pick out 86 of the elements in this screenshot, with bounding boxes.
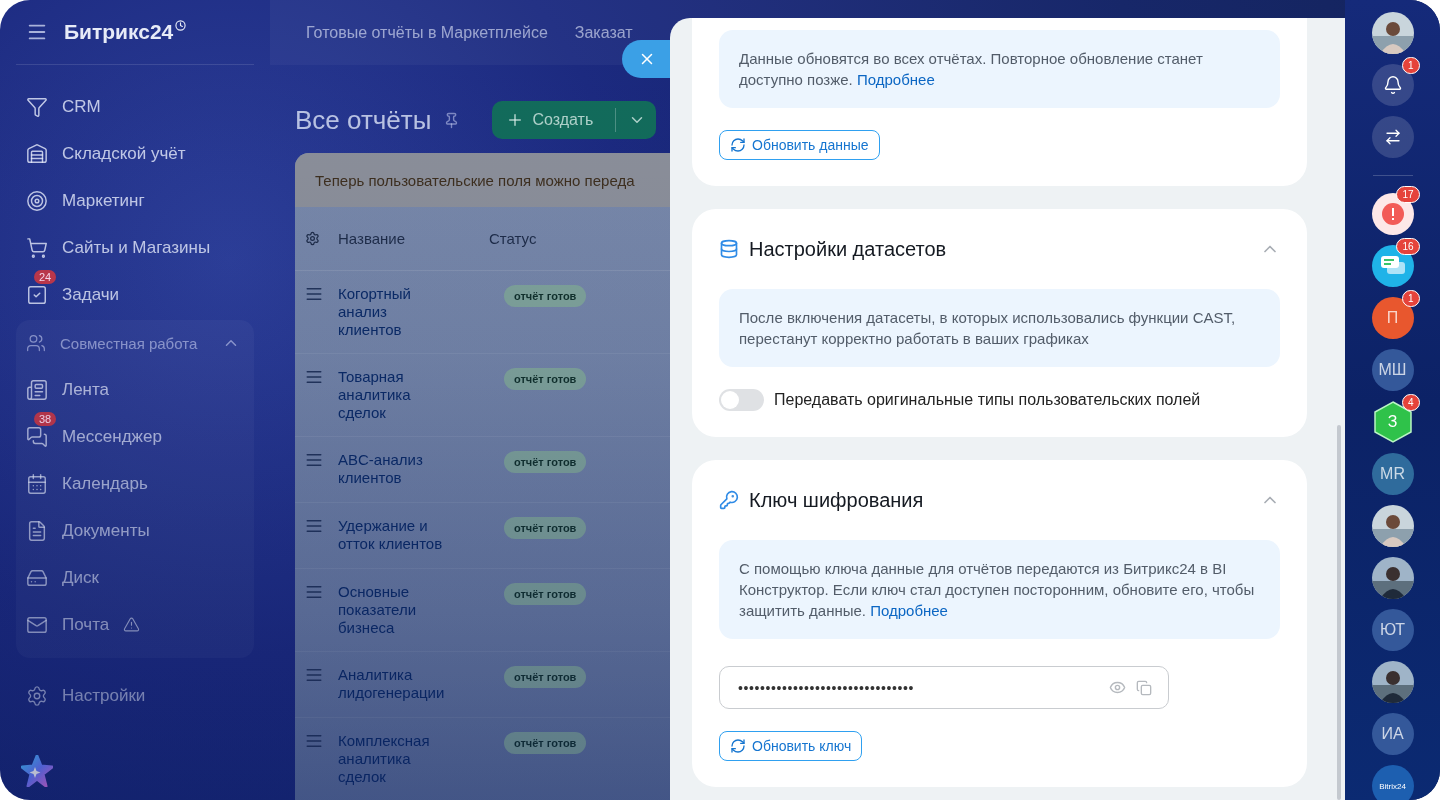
count-badge: 38 xyxy=(34,412,57,426)
initials-avatar[interactable]: МШ xyxy=(1371,349,1414,391)
sidebar-item[interactable]: Настройки xyxy=(16,672,254,719)
report-link[interactable]: Товарная аналитика сделок xyxy=(338,368,454,422)
initials-avatar[interactable]: ЮТ xyxy=(1371,609,1414,651)
key-field[interactable]: •••••••••••••••••••••••••••••••• xyxy=(719,666,1169,709)
column-header[interactable]: Статус xyxy=(489,230,537,247)
newspaper-icon xyxy=(26,378,48,401)
info-text: После включения датасеты, в которых использовались функции CAST, перестанут корректно работать в ваших графиках xyxy=(719,289,1280,367)
avatar-initial[interactable]: З xyxy=(1387,413,1398,431)
drag-handle-icon[interactable] xyxy=(305,285,323,303)
refresh-icon xyxy=(730,738,746,754)
chats-button[interactable] xyxy=(1371,116,1414,158)
count-badge: 1 xyxy=(1401,57,1420,74)
sparkle-star-icon[interactable] xyxy=(21,755,53,787)
report-link[interactable]: Когортный анализ клиентов xyxy=(338,285,454,339)
initials-avatar[interactable]: MR xyxy=(1371,453,1414,495)
more-link[interactable]: Подробнее xyxy=(856,71,935,88)
section-title: Ключ шифрования xyxy=(749,488,925,512)
chat-bubbles-icon xyxy=(1379,255,1406,277)
more-link[interactable]: Подробнее xyxy=(870,602,948,619)
drag-handle-icon[interactable] xyxy=(305,517,323,535)
sidebar-item[interactable]: Сайты и Магазины xyxy=(16,224,254,271)
eye-icon[interactable] xyxy=(1109,679,1126,696)
status-badge: отчёт готов xyxy=(504,368,587,390)
chat-bubbles-icon xyxy=(26,425,48,448)
gear-icon[interactable] xyxy=(305,231,320,246)
sidebar-item[interactable]: Календарь xyxy=(16,460,254,507)
sidebar-item[interactable]: Диск xyxy=(16,554,254,601)
top-link[interactable]: Заказат xyxy=(574,23,633,42)
drag-handle-icon[interactable] xyxy=(305,583,323,601)
count-badge: 17 xyxy=(1396,186,1420,203)
group-header[interactable]: Совместная работа xyxy=(16,320,254,366)
info-text: Данные обновятся во всех отчётах. Повторное обновление станет доступно позже. Подробнее xyxy=(719,30,1280,108)
count-badge: 24 xyxy=(34,270,57,284)
clock-icon xyxy=(175,20,187,31)
exclamation-icon xyxy=(1380,202,1405,226)
status-badge: отчёт готов xyxy=(504,583,587,605)
create-button[interactable]: Создать xyxy=(492,101,657,139)
report-link[interactable]: Удержание и отток клиентов xyxy=(338,517,454,553)
initials-avatar[interactable]: ИА xyxy=(1371,713,1414,755)
status-badge: отчёт готов xyxy=(504,451,587,473)
info-text: С помощью ключа данные для отчётов передаются из Битрикс24 в BI Конструктор. Если ключ стал доступен посторонним, обновите его, чтобы защитить данные. Подробнее xyxy=(719,540,1280,639)
sidebar-item[interactable]: Документы xyxy=(16,507,254,554)
logo[interactable]: Битрикс24 xyxy=(64,20,187,44)
drag-handle-icon[interactable] xyxy=(305,732,323,750)
swap-arrows-icon xyxy=(1383,128,1402,146)
key-icon xyxy=(719,490,739,510)
section-title: Настройки датасетов xyxy=(749,237,948,261)
database-icon xyxy=(719,239,739,259)
sidebar-item[interactable]: Почта xyxy=(16,601,254,648)
refresh-button[interactable]: Обновить данные xyxy=(719,130,880,160)
funnel-icon xyxy=(26,95,48,118)
status-badge: отчёт готов xyxy=(504,517,587,539)
cart-icon xyxy=(26,236,48,259)
drag-handle-icon[interactable] xyxy=(305,368,323,386)
drag-handle-icon[interactable] xyxy=(305,451,323,469)
logo-avatar[interactable]: Bitrix24 xyxy=(1371,765,1414,800)
column-header[interactable]: Название xyxy=(338,230,406,247)
report-link[interactable]: ABC-анализ клиентов xyxy=(338,451,454,487)
copy-icon[interactable] xyxy=(1136,679,1152,696)
sidebar-item[interactable]: CRM xyxy=(16,83,254,130)
report-link[interactable]: Основные показатели бизнеса xyxy=(338,583,454,637)
status-badge: отчёт готов xyxy=(504,666,587,688)
drag-handle-icon[interactable] xyxy=(305,666,323,684)
sidebar-item[interactable]: Мессенджер 38 xyxy=(16,413,254,460)
toggle-label: Передавать оригинальные типы пользовательских полей xyxy=(774,391,1201,409)
status-badge: отчёт готов xyxy=(504,732,587,754)
checkbox-icon xyxy=(26,283,48,306)
sidebar-item[interactable]: Задачи 24 xyxy=(16,271,254,318)
target-icon xyxy=(26,189,48,212)
count-badge: 1 xyxy=(1401,290,1420,307)
count-badge: 4 xyxy=(1401,394,1420,411)
bell-icon xyxy=(1382,75,1403,95)
sidebar-item[interactable]: Складской учёт xyxy=(16,130,254,177)
page-title: Все отчёты xyxy=(295,104,432,136)
toggle-switch[interactable] xyxy=(719,389,764,411)
refresh-icon xyxy=(730,137,746,153)
top-link[interactable]: Готовые отчёты в Маркетплейсе xyxy=(306,23,548,42)
status-badge: отчёт готов xyxy=(504,285,587,307)
sidebar-item[interactable]: Лента xyxy=(16,366,254,413)
sidebar-item[interactable]: Маркетинг xyxy=(16,177,254,224)
count-badge: 16 xyxy=(1396,238,1420,255)
warehouse-icon xyxy=(26,142,48,165)
report-link[interactable]: Аналитика лидогенерации xyxy=(338,666,454,702)
refresh-button[interactable]: Обновить ключ xyxy=(719,731,863,761)
